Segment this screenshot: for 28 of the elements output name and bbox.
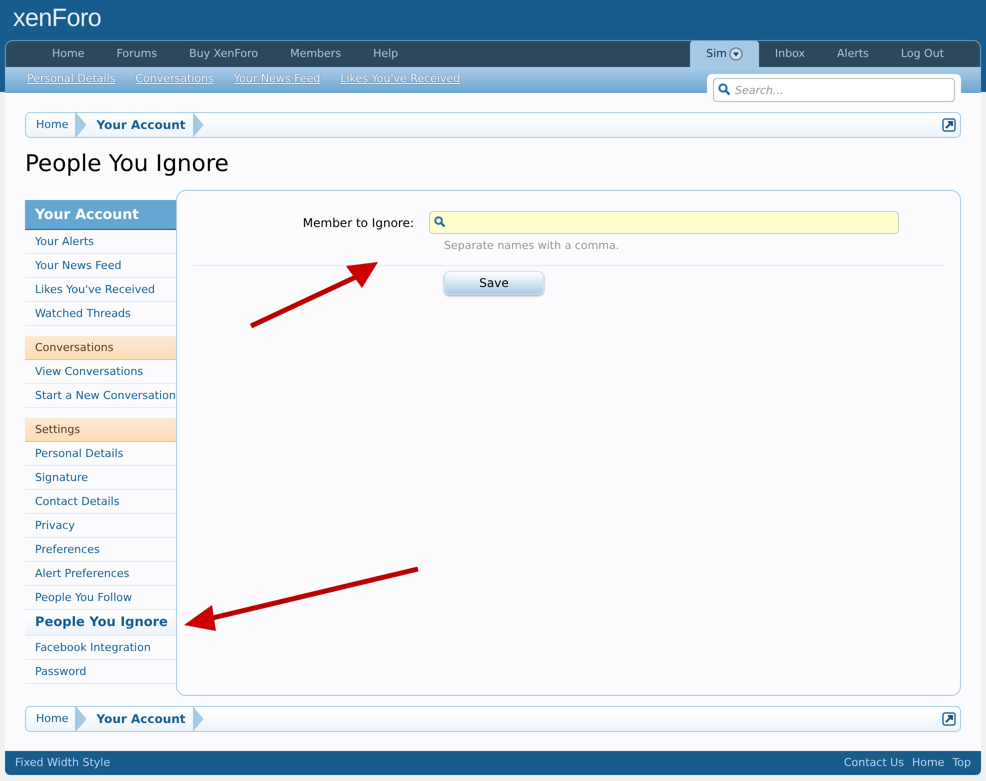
nav-tab[interactable]: Help [357,41,414,67]
jump-link-icon[interactable] [942,712,956,726]
jump-link-icon[interactable] [942,118,956,132]
nav-tab[interactable]: Inbox [758,41,821,67]
footer-link[interactable]: Top [952,756,971,769]
search-icon [434,216,446,228]
save-button[interactable]: Save [444,270,544,294]
member-input-field[interactable] [429,211,899,234]
nav-tab[interactable]: Log Out [884,41,960,67]
nav-tab[interactable]: Forums [100,41,174,67]
nav-tab[interactable]: Members [274,41,358,67]
search-icon [718,83,731,96]
nav-tab[interactable]: Home [36,41,100,67]
nav-tab[interactable]: Sim [690,41,759,67]
sidebar-heading: Your Account [25,200,176,230]
sidebar-heading: Conversations [25,336,176,360]
footer-link[interactable]: Fixed Width Style [15,754,110,772]
page-title: People You Ignore [25,150,230,178]
sidebar-heading: Settings [25,418,176,442]
field-label: Member to Ignore: [302,214,415,232]
field-hint: Separate names with a comma. [444,238,620,254]
footer-link[interactable]: Home [912,756,944,769]
caret-icon [728,47,743,61]
search-field[interactable]: Search... [713,78,955,102]
logo[interactable]: xenForo [5,4,102,32]
nav-tab[interactable]: Alerts [820,41,885,67]
nav-tab[interactable]: Buy XenForo [173,41,274,67]
footer-link[interactable]: Contact Us [844,756,904,769]
